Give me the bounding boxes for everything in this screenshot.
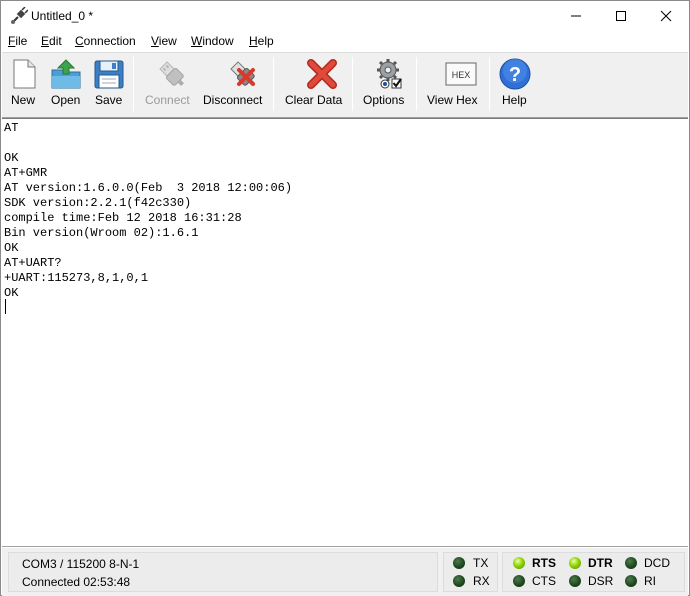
toolbar-separator (273, 57, 274, 111)
disconnect-label: Disconnect (203, 93, 263, 107)
menu-window-mnemonic: W (191, 34, 203, 48)
status-bar: COM3 / 115200 8-N-1 Connected 02:53:48 T… (2, 548, 688, 596)
data-lines-panel: TX RX (443, 552, 498, 592)
clear-data-label: Clear Data (285, 93, 343, 107)
help-question-icon: ? (499, 58, 531, 90)
rx-led (453, 575, 465, 587)
app-window: Untitled_0 * File Edit Connection View W… (0, 0, 690, 596)
connect-label: Connect (145, 93, 190, 107)
view-hex-label: View Hex (427, 93, 478, 107)
dsr-led (569, 575, 581, 587)
disconnect-plug-icon (229, 61, 255, 87)
open-folder-icon (51, 59, 81, 89)
toolbar: New Open Save Connect Disconnect Clear D… (2, 52, 688, 118)
clear-x-icon (307, 59, 337, 89)
new-label: New (11, 93, 36, 107)
menu-connection-mnemonic: C (75, 34, 84, 48)
text-caret (5, 299, 6, 314)
terminal-line: SDK version:2.2.1(f42c330) (4, 196, 192, 210)
help-label: Help (502, 93, 527, 107)
new-document-icon (13, 59, 36, 89)
close-window-button[interactable] (643, 1, 689, 31)
rx-label: RX (473, 574, 490, 588)
terminal-line: Bin version(Wroom 02):1.6.1 (4, 226, 199, 240)
save-label: Save (95, 93, 123, 107)
clear-data-button[interactable]: Clear Data (282, 53, 346, 115)
terminal-line: AT (4, 121, 19, 135)
save-button[interactable]: Save (92, 53, 126, 115)
title-bar: Untitled_0 * (1, 1, 689, 31)
new-button[interactable]: New (7, 53, 41, 115)
menu-help-label: elp (257, 34, 274, 48)
dtr-label: DTR (588, 556, 613, 570)
serial-plug-app-icon (11, 7, 28, 24)
terminal-line: AT+GMR (4, 166, 48, 180)
options-label: Options (363, 93, 405, 107)
connected-time-text: Connected 02:53:48 (22, 575, 131, 589)
toolbar-separator (352, 57, 353, 111)
usb-plug-icon (158, 61, 184, 87)
window-title: Untitled_0 * (31, 9, 94, 23)
toolbar-separator (489, 57, 490, 111)
minimize-icon (571, 15, 581, 17)
rts-label: RTS (532, 556, 556, 570)
disconnect-button[interactable]: Disconnect (201, 53, 267, 115)
minimize-button[interactable] (553, 1, 599, 31)
menu-edit-mnemonic: E (41, 34, 50, 48)
open-button[interactable]: Open (48, 53, 84, 115)
terminal-line: AT version:1.6.0.0(Feb 3 2018 12:00:06) (4, 181, 293, 195)
ri-label: RI (644, 574, 656, 588)
cts-label: CTS (532, 574, 556, 588)
dcd-led (625, 557, 637, 569)
dsr-label: DSR (588, 574, 614, 588)
svg-text:?: ? (509, 64, 521, 86)
terminal-line: OK (4, 151, 19, 165)
menu-edit[interactable]: Edit (41, 34, 62, 48)
menu-view-mnemonic: V (151, 34, 159, 48)
menu-edit-label: dit (49, 34, 62, 48)
menu-connection[interactable]: Connection (75, 34, 136, 48)
ri-led (625, 575, 637, 587)
options-gear-icon (376, 59, 402, 89)
maximize-button[interactable] (598, 1, 644, 31)
options-button[interactable]: Options (360, 53, 410, 115)
rts-led (513, 557, 525, 569)
menu-bar: File Edit Connection View Window Help (1, 31, 689, 51)
terminal-line: AT+UART? (4, 256, 62, 270)
close-icon (660, 10, 672, 22)
terminal-line: OK (4, 241, 19, 255)
menu-window-label: indow (202, 34, 234, 48)
dcd-label: DCD (644, 556, 670, 570)
connection-status-panel: COM3 / 115200 8-N-1 Connected 02:53:48 (8, 552, 438, 592)
dtr-led (569, 557, 581, 569)
menu-view[interactable]: View (151, 34, 177, 48)
tx-led (453, 557, 465, 569)
port-settings-text: COM3 / 115200 8-N-1 (22, 557, 140, 571)
terminal-output[interactable]: AT OK AT+GMR AT version:1.6.0.0(Feb 3 20… (2, 118, 688, 547)
open-label: Open (51, 93, 81, 107)
menu-help-mnemonic: H (249, 34, 258, 48)
connect-button[interactable]: Connect (142, 53, 192, 115)
save-floppy-icon (94, 60, 124, 89)
terminal-line: OK (4, 286, 19, 300)
help-button[interactable]: ? Help (497, 53, 533, 115)
terminal-line: +UART:115273,8,1,0,1 (4, 271, 149, 285)
control-lines-panel: RTS CTS DTR DSR DCD RI (502, 552, 685, 592)
menu-view-label: iew (158, 34, 177, 48)
view-hex-button[interactable]: HEX View Hex (424, 53, 484, 115)
menu-help[interactable]: Help (249, 34, 274, 48)
cts-led (513, 575, 525, 587)
menu-file-label: ile (15, 34, 28, 48)
terminal-line: compile time:Feb 12 2018 16:31:28 (4, 211, 242, 225)
toolbar-separator (416, 57, 417, 111)
tx-label: TX (473, 556, 489, 570)
hex-icon-text: HEX (452, 70, 471, 80)
menu-file[interactable]: File (8, 34, 27, 48)
menu-connection-label: onnection (83, 34, 136, 48)
maximize-icon (616, 11, 626, 21)
menu-window[interactable]: Window (191, 34, 234, 48)
hex-view-icon: HEX (445, 62, 477, 86)
toolbar-separator (133, 57, 134, 111)
